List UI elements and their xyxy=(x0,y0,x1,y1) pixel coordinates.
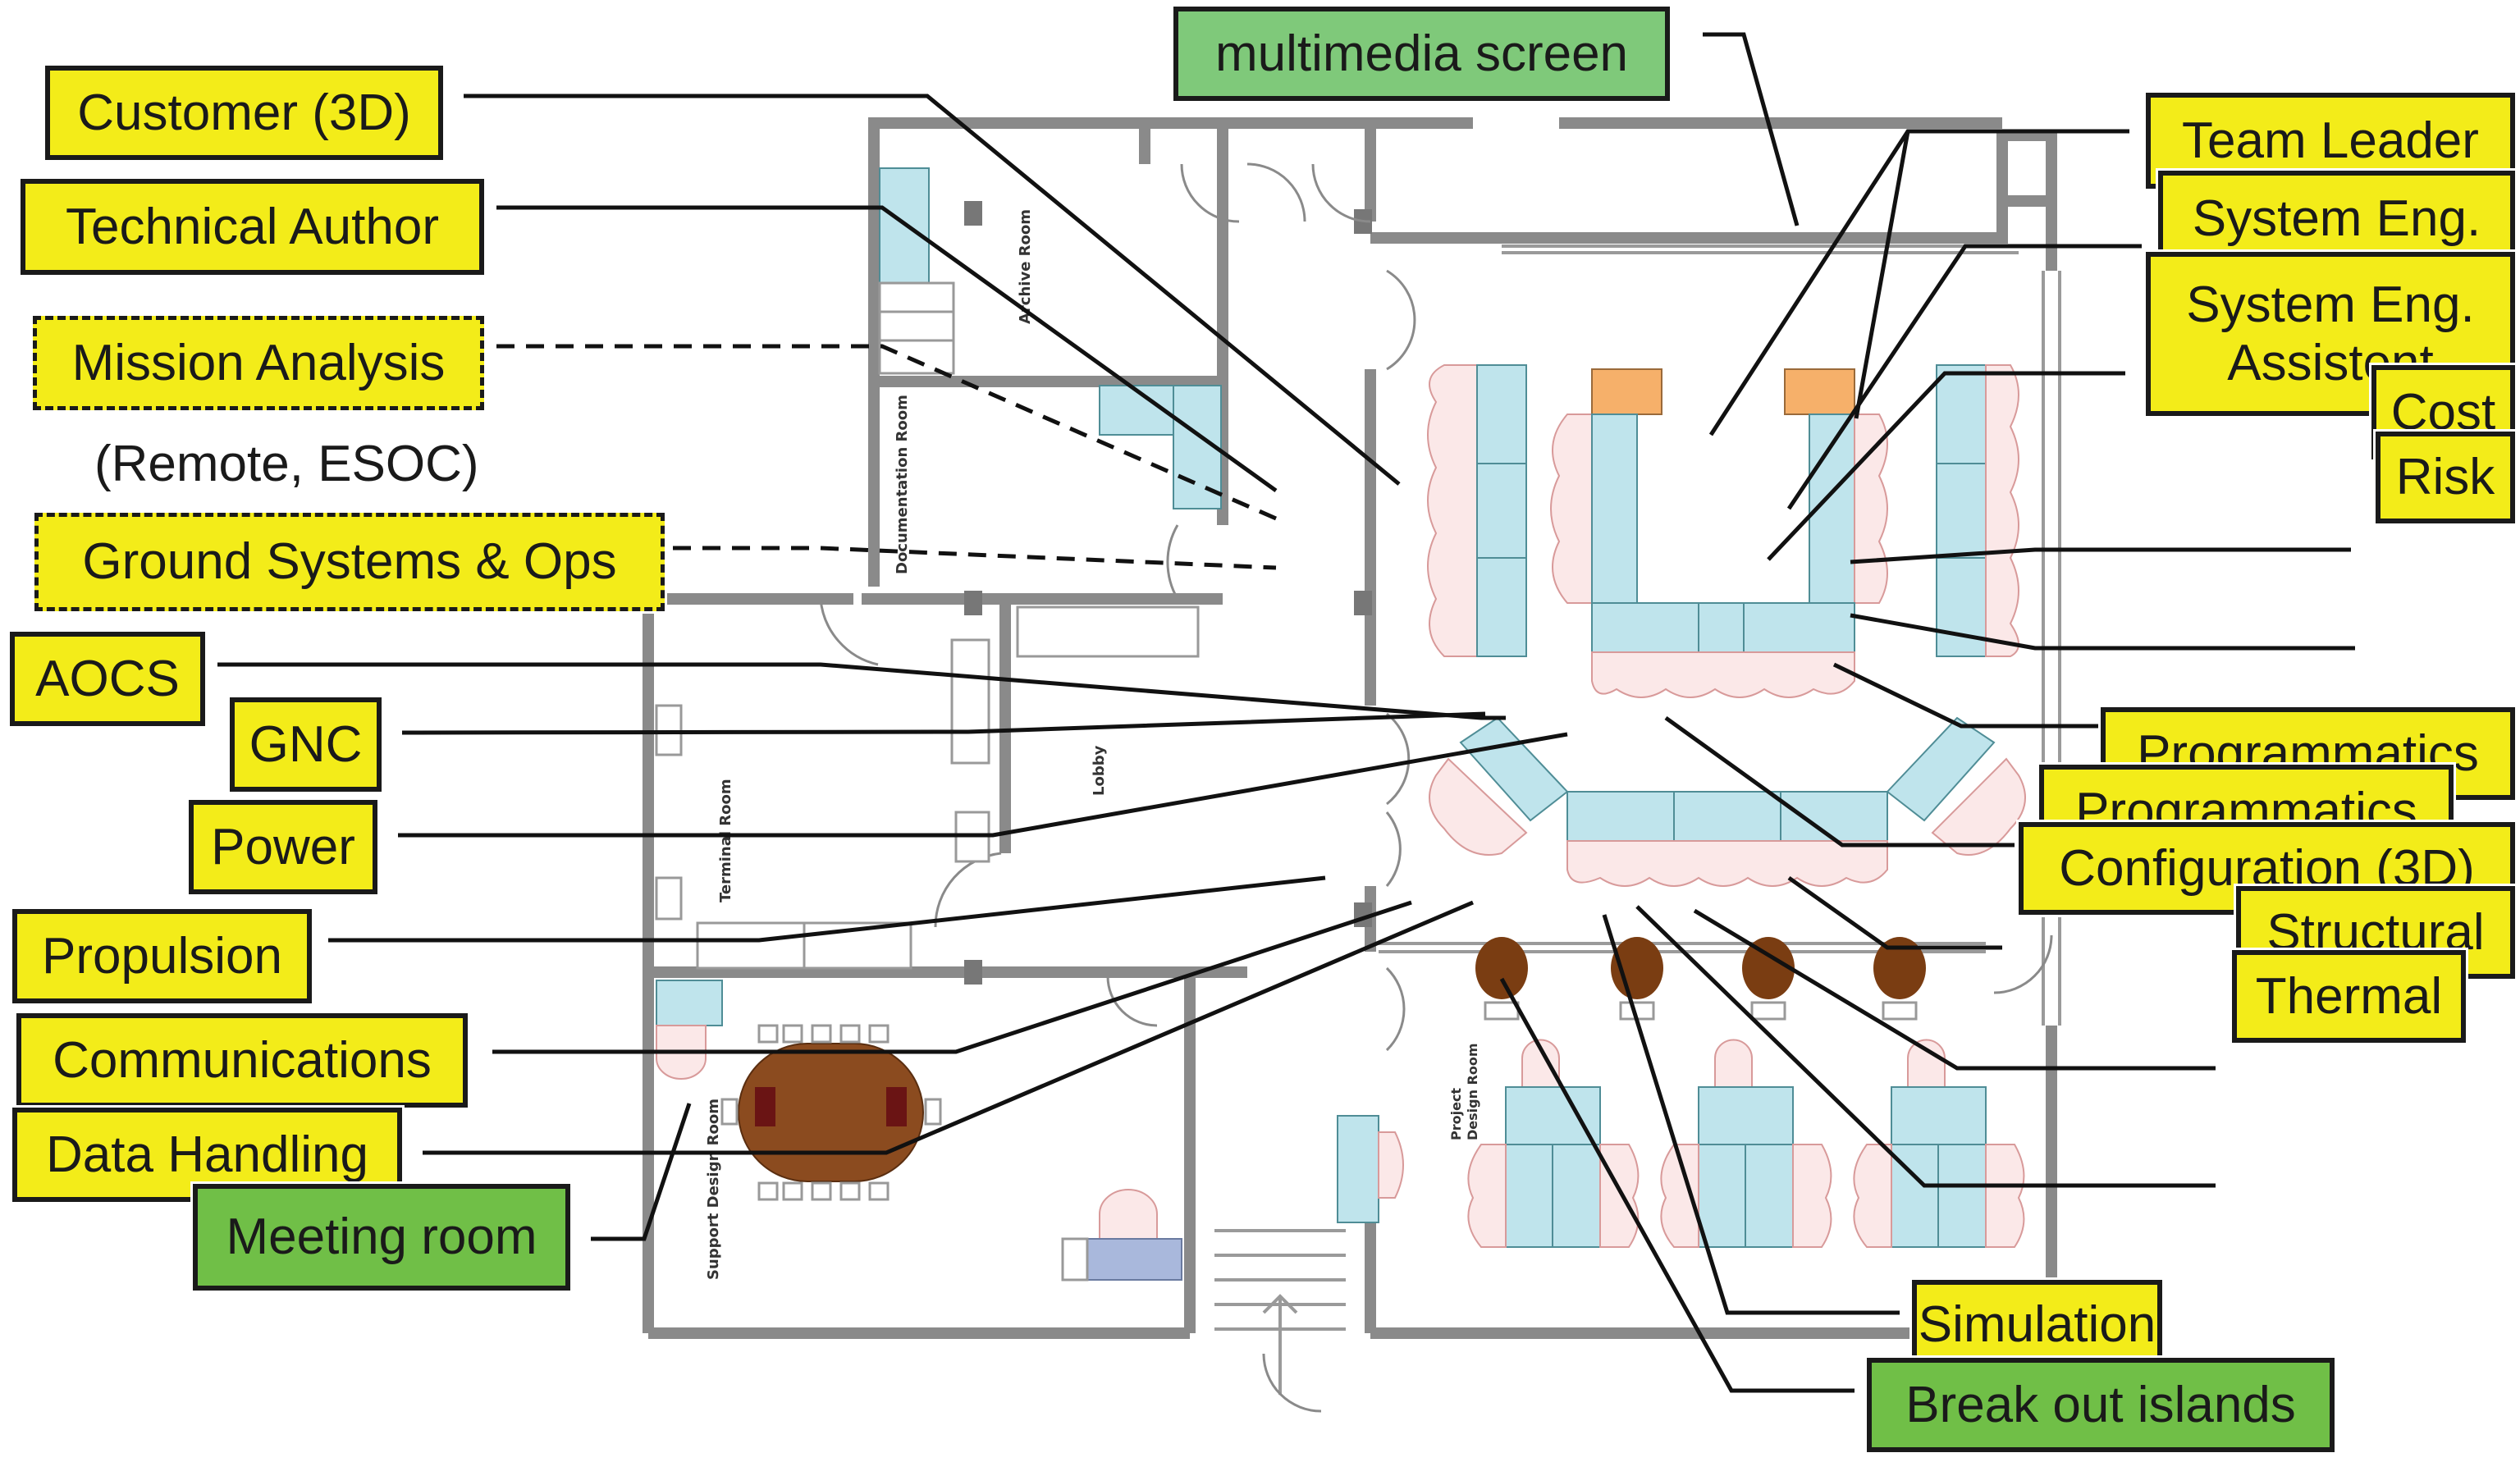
room-label-support-design: Support Design Room xyxy=(705,1099,722,1280)
room-label-terminal: Terminal Room xyxy=(717,779,734,902)
leader-multimedia-screen xyxy=(1703,32,1800,226)
archive-furniture: Archive Room Documentation Room xyxy=(878,167,1222,574)
h-marker xyxy=(964,960,982,985)
leader-risk xyxy=(1850,613,2355,651)
wall-top-right-box xyxy=(2002,130,2057,207)
label-break-out-islands: Break out islands xyxy=(1867,1358,2335,1452)
label-gnc: GNC xyxy=(230,697,382,792)
project-design-desks: Project Design Room xyxy=(1337,1039,2025,1248)
support-design-room: Support Design Room xyxy=(656,980,1182,1282)
label-technical-author: Technical Author xyxy=(21,179,484,275)
leader-cost xyxy=(1850,547,2351,564)
leader-meeting-room xyxy=(591,1103,692,1241)
room-label-documentation: Documentation Room xyxy=(894,395,911,574)
label-power: Power xyxy=(189,800,377,894)
h-marker xyxy=(964,591,982,615)
label-thermal: Thermal xyxy=(2232,950,2466,1043)
wall-main-top xyxy=(1370,131,2008,244)
leader-gnc xyxy=(401,711,1486,735)
desk-cluster-left xyxy=(1427,364,1527,657)
label-multimedia-screen: multimedia screen xyxy=(1173,7,1670,101)
room-label-project-design: Project Design Room xyxy=(1448,1043,1480,1140)
label-system-eng-assistant-line1: System Eng. xyxy=(2186,276,2475,333)
support-desk xyxy=(656,980,723,1026)
label-propulsion: Propulsion xyxy=(12,909,312,1003)
room-label-lobby: Lobby xyxy=(1091,745,1108,796)
label-meeting-room: Meeting room xyxy=(193,1184,570,1291)
screen-rail xyxy=(1502,244,2019,254)
leader-aocs xyxy=(217,662,1506,720)
monitor-left xyxy=(1591,368,1662,415)
main-room-furniture: Project Design Room xyxy=(1337,364,2026,1248)
monitor-right xyxy=(1784,368,1855,415)
leader-configuration xyxy=(1787,875,2002,950)
label-ground-systems: Ground Systems & Ops xyxy=(34,513,665,611)
note-remote-esoc: (Remote, ESOC) xyxy=(94,436,479,492)
leader-propulsion xyxy=(328,875,1326,943)
label-communications: Communications xyxy=(16,1013,468,1108)
label-risk: Risk xyxy=(2376,432,2515,523)
leader-team-leader-a xyxy=(1708,129,2129,436)
label-aocs: AOCS xyxy=(10,632,205,726)
label-customer: Customer (3D) xyxy=(45,66,443,160)
terminal-room-furniture: Terminal Room Lobby xyxy=(655,605,1200,970)
desk-cluster-right xyxy=(1936,364,2019,657)
label-simulation: Simulation xyxy=(1912,1280,2162,1370)
h-marker xyxy=(1354,591,1372,615)
label-mission-analysis: Mission Analysis xyxy=(33,316,484,410)
h-marker xyxy=(964,201,982,226)
staircase xyxy=(1214,1229,1346,1395)
leader-ground-systems xyxy=(673,546,1277,570)
